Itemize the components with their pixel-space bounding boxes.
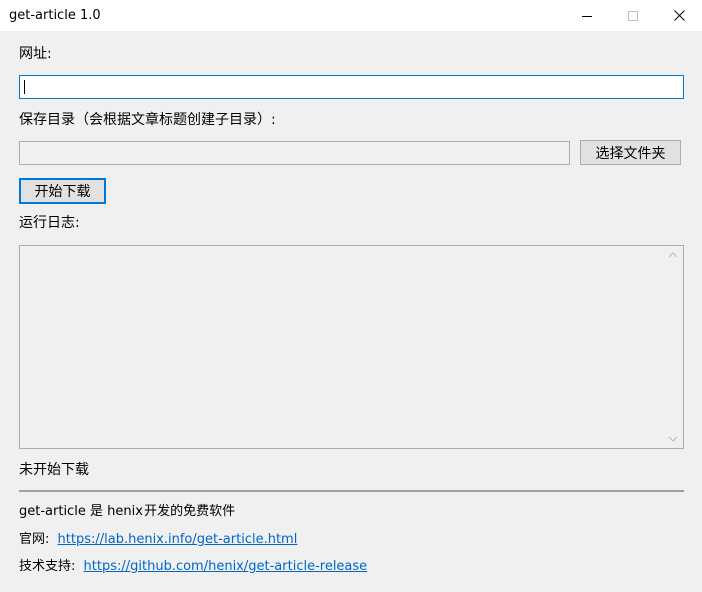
log-label: 运行日志: [19, 215, 80, 231]
start-download-button[interactable]: 开始下载 [19, 178, 106, 204]
app-window: get-article 1.0 网址: 保存目录（会根据文章标题创建子目录）: … [0, 0, 702, 592]
website-label: 官网: [19, 532, 50, 547]
choose-folder-button[interactable]: 选择文件夹 [580, 140, 681, 165]
website-link[interactable]: https://lab.henix.info/get-article.html [58, 532, 298, 547]
close-button[interactable] [656, 0, 702, 31]
maximize-icon [628, 10, 638, 21]
website-row: 官网: https://lab.henix.info/get-article.h… [19, 531, 297, 549]
about-rest: 开发的免费软件 [144, 504, 236, 519]
support-row: 技术支持: https://github.com/henix/get-artic… [19, 558, 367, 576]
save-dir-field[interactable] [19, 141, 570, 165]
url-label: 网址: [19, 46, 52, 62]
about-author: henix [107, 504, 143, 519]
window-title: get-article 1.0 [9, 8, 101, 23]
text-caret [24, 80, 25, 94]
support-link[interactable]: https://github.com/henix/get-article-rel… [84, 559, 368, 574]
title-bar[interactable]: get-article 1.0 [0, 0, 702, 31]
status-text: 未开始下载 [19, 462, 89, 478]
divider [19, 490, 684, 492]
minimize-icon [582, 15, 592, 17]
log-textarea[interactable] [19, 245, 684, 449]
scroll-up-icon[interactable] [667, 250, 679, 260]
about-text: get-article 是 henix 开发的免费软件 [19, 503, 235, 521]
close-icon [673, 10, 685, 21]
save-dir-label: 保存目录（会根据文章标题创建子目录）: [19, 112, 276, 128]
about-is: 是 [89, 504, 103, 519]
support-label: 技术支持: [19, 559, 76, 574]
url-input[interactable] [19, 75, 684, 99]
maximize-button[interactable] [610, 0, 656, 31]
about-app-name: get-article [19, 504, 86, 519]
minimize-button[interactable] [564, 0, 610, 31]
scroll-down-icon[interactable] [667, 434, 679, 444]
